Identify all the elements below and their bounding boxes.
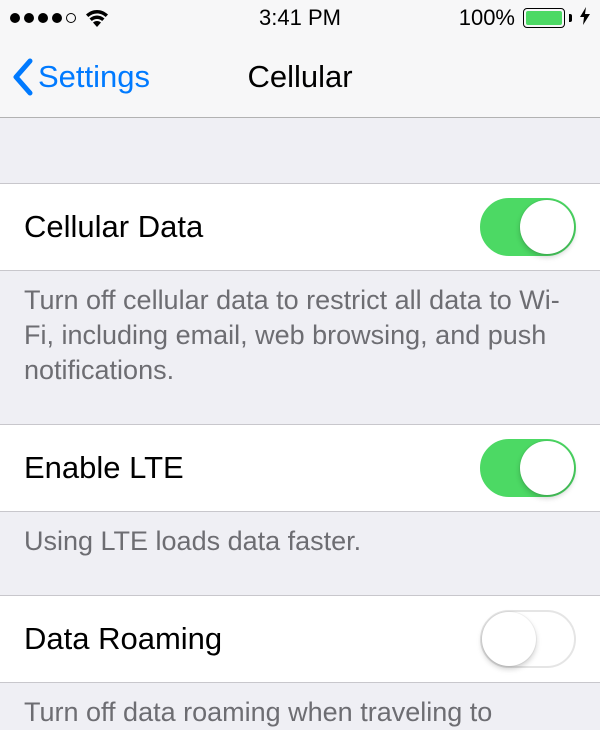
wifi-icon bbox=[84, 8, 110, 28]
status-time: 3:41 PM bbox=[259, 5, 341, 31]
nav-bar: Settings Cellular bbox=[0, 36, 600, 118]
data-roaming-label: Data Roaming bbox=[24, 621, 222, 657]
cellular-data-toggle[interactable] bbox=[480, 198, 576, 256]
back-button[interactable]: Settings bbox=[12, 58, 150, 96]
enable-lte-footer: Using LTE loads data faster. bbox=[0, 512, 600, 559]
chevron-left-icon bbox=[12, 58, 34, 96]
battery-icon bbox=[523, 8, 572, 28]
data-roaming-toggle[interactable] bbox=[480, 610, 576, 668]
cellular-data-row: Cellular Data bbox=[0, 183, 600, 271]
status-right: 100% bbox=[459, 5, 590, 31]
data-roaming-row: Data Roaming bbox=[0, 595, 600, 683]
section-spacer bbox=[0, 388, 600, 424]
status-left bbox=[10, 8, 110, 28]
status-bar: 3:41 PM 100% bbox=[0, 0, 600, 36]
data-roaming-footer: Turn off data roaming when traveling to bbox=[0, 683, 600, 730]
cellular-data-footer: Turn off cellular data to restrict all d… bbox=[0, 271, 600, 388]
back-label: Settings bbox=[38, 59, 150, 95]
enable-lte-row: Enable LTE bbox=[0, 424, 600, 512]
section-spacer bbox=[0, 118, 600, 183]
charging-icon bbox=[580, 7, 590, 30]
signal-strength-icon bbox=[10, 13, 76, 23]
section-spacer bbox=[0, 559, 600, 595]
cellular-data-label: Cellular Data bbox=[24, 209, 203, 245]
page-title: Cellular bbox=[247, 59, 352, 95]
enable-lte-toggle[interactable] bbox=[480, 439, 576, 497]
enable-lte-label: Enable LTE bbox=[24, 450, 184, 486]
battery-percent: 100% bbox=[459, 5, 515, 31]
